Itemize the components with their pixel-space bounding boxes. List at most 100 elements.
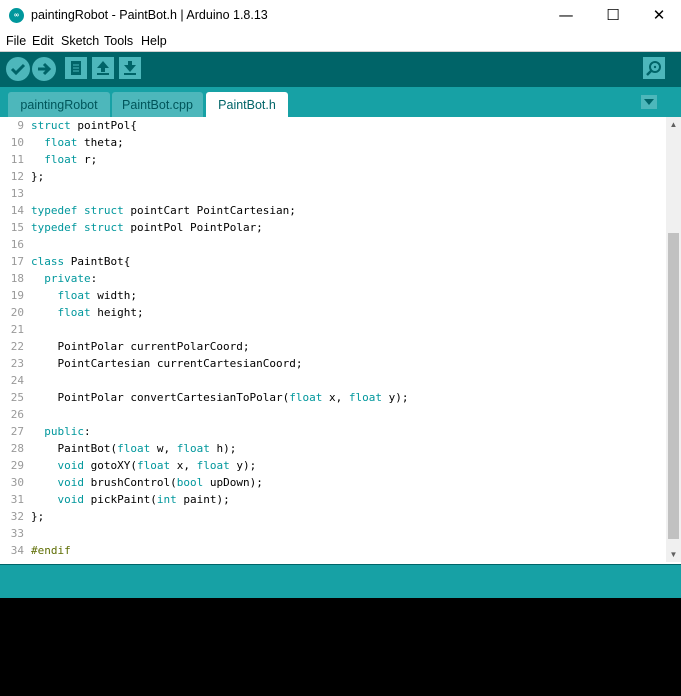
code-token: width;	[90, 289, 137, 302]
preprocessor-token: #endif	[31, 544, 71, 557]
keyword-token: private	[44, 272, 91, 285]
code-token: y);	[229, 459, 257, 472]
code-line[interactable]: 30 void brushControl(bool upDown);	[0, 474, 666, 491]
keyword-token: float	[136, 459, 171, 472]
code-text: void gotoXY(float x, float y);	[31, 457, 257, 474]
scroll-up-icon[interactable]: ▲	[666, 117, 681, 132]
line-number: 14	[10, 204, 24, 217]
menu-file[interactable]: File	[6, 34, 26, 48]
code-line[interactable]: 14 typedef struct pointCart PointCartesia…	[0, 202, 666, 219]
code-token: h);	[209, 442, 237, 455]
tab-paintbot-h[interactable]: PaintBot.h	[206, 92, 288, 117]
code-line[interactable]: 26	[0, 406, 666, 423]
code-line[interactable]: 20 float height;	[0, 304, 666, 321]
maximize-button[interactable]: ☐	[590, 0, 636, 31]
code-token: pointPol{	[70, 119, 137, 132]
code-line[interactable]: 32};	[0, 508, 666, 525]
code-token: :	[84, 425, 91, 438]
code-text: public:	[31, 423, 91, 440]
code-line[interactable]: 28 PaintBot(float w, float h);	[0, 440, 666, 457]
code-line[interactable]: 10 float theta;	[0, 134, 666, 151]
minimize-button[interactable]: —	[543, 0, 589, 31]
line-number: 16	[10, 238, 24, 251]
checkmark-icon	[10, 63, 26, 76]
keyword-token: int	[156, 493, 177, 506]
menu-edit[interactable]: Edit	[32, 34, 54, 48]
code-token: PointPolar currentPolarCoord;	[31, 340, 250, 353]
code-line[interactable]: 24	[0, 372, 666, 389]
new-sketch-button[interactable]	[65, 57, 87, 79]
open-button[interactable]	[92, 57, 114, 79]
line-number: 33	[10, 527, 24, 540]
code-line[interactable]: 27 public:	[0, 423, 666, 440]
tab-menu-button[interactable]	[641, 95, 657, 109]
editor-scrollbar[interactable]: ▲ ▼	[666, 117, 681, 562]
code-line[interactable]: 34 #endif	[0, 542, 666, 559]
code-text: #endif	[31, 542, 71, 559]
code-line[interactable]: 11 float r;	[0, 151, 666, 168]
code-line[interactable]: 12};	[0, 168, 666, 185]
code-token: PointCartesian currentCartesianCoord;	[31, 357, 303, 370]
code-text: PaintBot(float w, float h);	[31, 440, 236, 457]
arrow-down-icon	[124, 61, 136, 75]
code-line[interactable]: 18 private:	[0, 270, 666, 287]
keyword-token: void	[57, 476, 85, 489]
code-text: typedef struct pointPol PointPolar;	[31, 219, 263, 236]
code-line[interactable]: 9 struct pointPol{	[0, 117, 666, 134]
menu-help[interactable]: Help	[141, 34, 167, 48]
line-number: 32	[10, 510, 24, 523]
code-line[interactable]: 15 typedef struct pointPol PointPolar;	[0, 219, 666, 236]
code-line[interactable]: 21	[0, 321, 666, 338]
line-number: 21	[10, 323, 24, 336]
code-text: struct pointPol{	[31, 117, 137, 134]
tab-paintingrobot[interactable]: paintingRobot	[8, 92, 110, 117]
scrollbar-thumb[interactable]	[668, 233, 679, 539]
menu-sketch[interactable]: Sketch	[61, 34, 99, 48]
code-token: PointPolar convertCartesianToPolar(	[31, 391, 290, 404]
code-text: void brushControl(bool upDown);	[31, 474, 263, 491]
console-output[interactable]	[0, 598, 681, 696]
code-text: typedef struct pointCart PointCartesian;	[31, 202, 296, 219]
code-line[interactable]: 16	[0, 236, 666, 253]
keyword-token: float	[348, 391, 383, 404]
code-line[interactable]: 31 void pickPaint(int paint);	[0, 491, 666, 508]
close-button[interactable]: ✕	[636, 0, 681, 31]
keyword-token: float	[57, 306, 91, 319]
line-number: 28	[10, 442, 24, 455]
code-line[interactable]: 23 PointCartesian currentCartesianCoord;	[0, 355, 666, 372]
code-editor[interactable]: 9 struct pointPol{10 float theta; 11 float…	[0, 117, 666, 562]
code-text: };	[31, 168, 44, 185]
serial-monitor-button[interactable]	[643, 57, 665, 79]
code-text: class PaintBot{	[31, 253, 130, 270]
tab-paintbot-cpp[interactable]: PaintBot.cpp	[112, 92, 203, 117]
line-number: 17	[10, 255, 24, 268]
code-text: float r;	[31, 151, 97, 168]
code-line[interactable]: 13	[0, 185, 666, 202]
code-token: paint);	[176, 493, 230, 506]
save-button[interactable]	[119, 57, 141, 79]
code-line[interactable]: 22 PointPolar currentPolarCoord;	[0, 338, 666, 355]
code-line[interactable]: 33	[0, 525, 666, 542]
code-line[interactable]: 17 class PaintBot{	[0, 253, 666, 270]
line-number: 18	[10, 272, 24, 285]
line-number: 9	[17, 119, 24, 132]
code-line[interactable]: 19 float width;	[0, 287, 666, 304]
keyword-token: typedef	[31, 221, 78, 234]
scroll-down-icon[interactable]: ▼	[666, 547, 681, 562]
tab-bar: paintingRobot PaintBot.cpp PaintBot.h	[0, 87, 681, 117]
keyword-token: float	[44, 136, 78, 149]
code-line[interactable]: 29 void gotoXY(float x, float y);	[0, 457, 666, 474]
new-file-icon	[71, 61, 81, 75]
line-number: 29	[10, 459, 24, 472]
code-text: void pickPaint(int paint);	[31, 491, 230, 508]
keyword-token: float	[57, 289, 91, 302]
keyword-token: struct	[83, 204, 124, 217]
code-line[interactable]: 25 PointPolar convertCartesianToPolar(fl…	[0, 389, 666, 406]
upload-button[interactable]	[32, 57, 56, 81]
menu-tools[interactable]: Tools	[104, 34, 133, 48]
verify-button[interactable]	[6, 57, 30, 81]
